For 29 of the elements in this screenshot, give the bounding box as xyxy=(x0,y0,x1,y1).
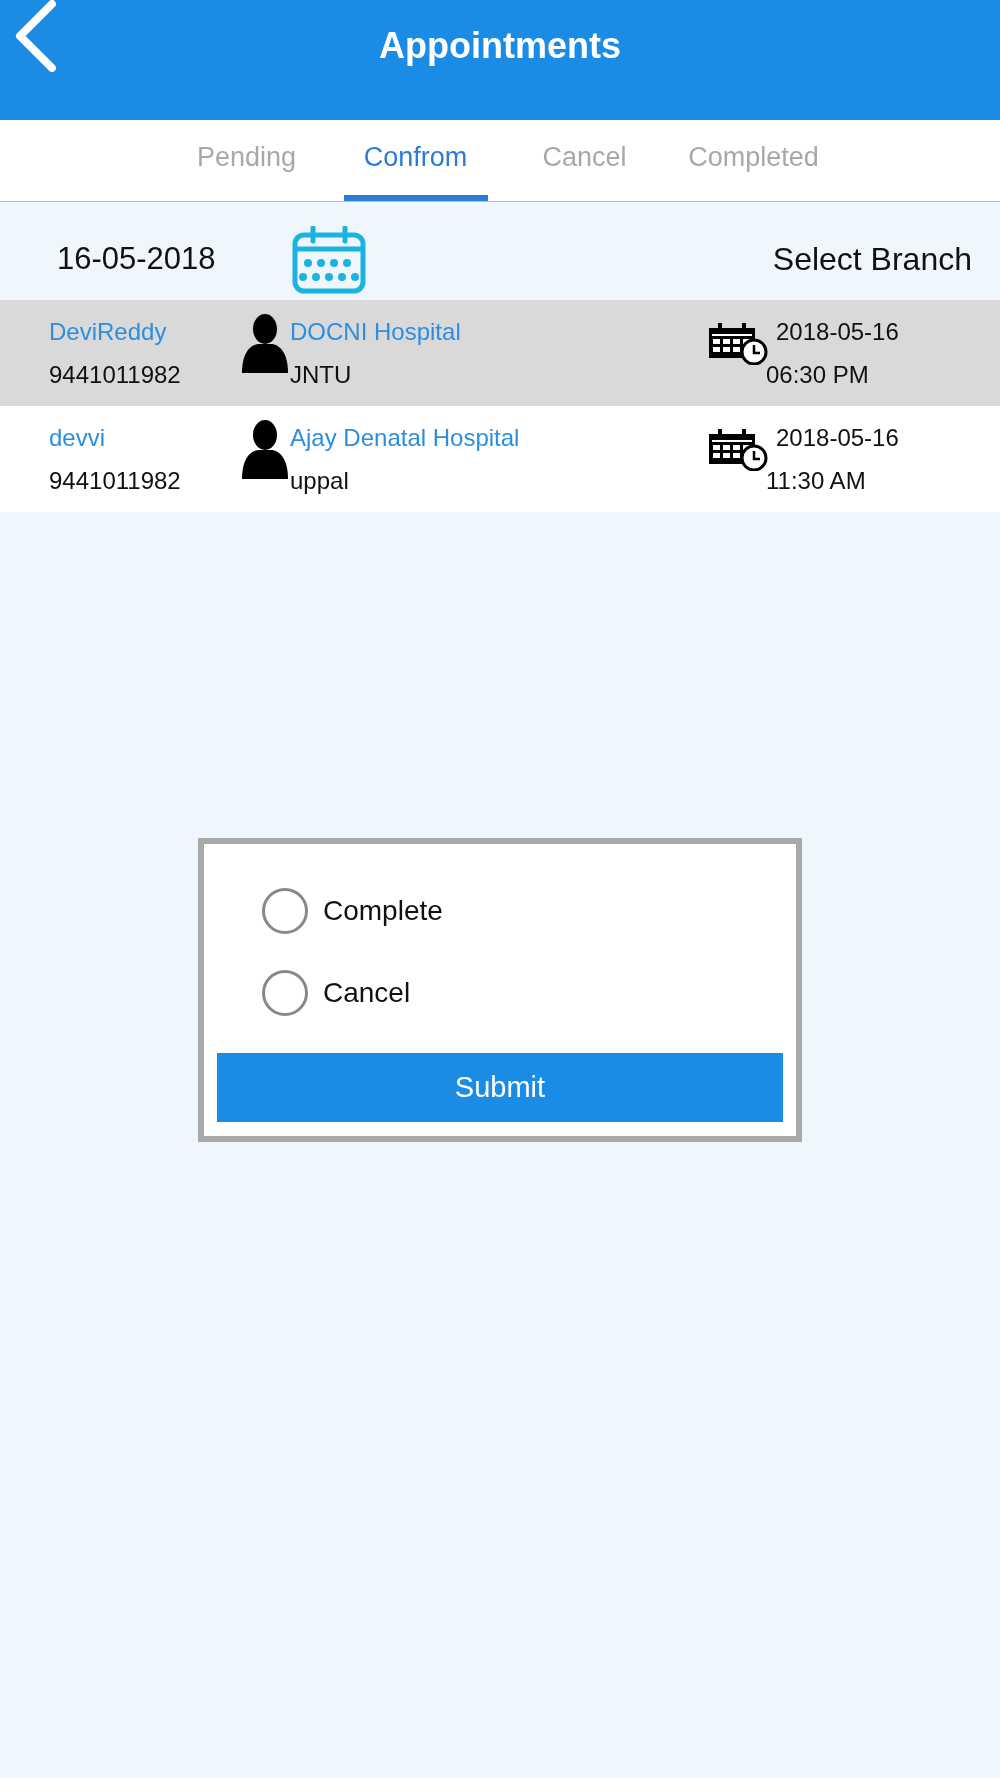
date-text: 16-05-2018 xyxy=(57,241,217,277)
submit-button[interactable]: Submit xyxy=(217,1053,783,1122)
phone-number: 9441011982 xyxy=(49,466,182,496)
patient-name: devvi xyxy=(49,423,107,453)
appointment-date: 2018-05-16 xyxy=(776,317,899,347)
appointment-time: 11:30 AM xyxy=(766,466,866,496)
radio-icon[interactable] xyxy=(262,888,308,934)
appointment-date: 2018-05-16 xyxy=(776,423,899,453)
radio-option[interactable]: Complete xyxy=(262,887,443,935)
calendar-clock-icon xyxy=(708,323,768,365)
location-text: JNTU xyxy=(290,360,353,390)
location-text: uppal xyxy=(290,466,350,496)
person-icon xyxy=(240,419,290,479)
patient-name: DeviReddy xyxy=(49,317,168,347)
phone-number: 9441011982 xyxy=(49,360,182,390)
hospital-name: Ajay Denatal Hospital xyxy=(290,423,521,453)
appointment-time: 06:30 PM xyxy=(766,360,869,390)
back-icon[interactable] xyxy=(14,0,58,72)
appointment-row[interactable]: DeviReddy 9441011982 DOCNI Hospital JNTU 2018-05-16 06:30 PM xyxy=(0,300,1000,406)
screen-title: Appointments xyxy=(379,24,621,68)
tab[interactable]: Confrom xyxy=(343,120,488,201)
radio-option[interactable]: Cancel xyxy=(262,969,411,1017)
calendar-icon[interactable] xyxy=(292,226,366,294)
calendar-clock-icon xyxy=(708,429,768,471)
radio-icon[interactable] xyxy=(262,970,308,1016)
person-icon xyxy=(240,313,290,373)
branch-selector[interactable]: Select Branch xyxy=(772,240,972,278)
hospital-name: DOCNI Hospital xyxy=(290,317,462,347)
appointment-row[interactable]: devvi 9441011982 Ajay Denatal Hospital uppal 2018-05-16 11:30 AM xyxy=(0,406,1000,512)
